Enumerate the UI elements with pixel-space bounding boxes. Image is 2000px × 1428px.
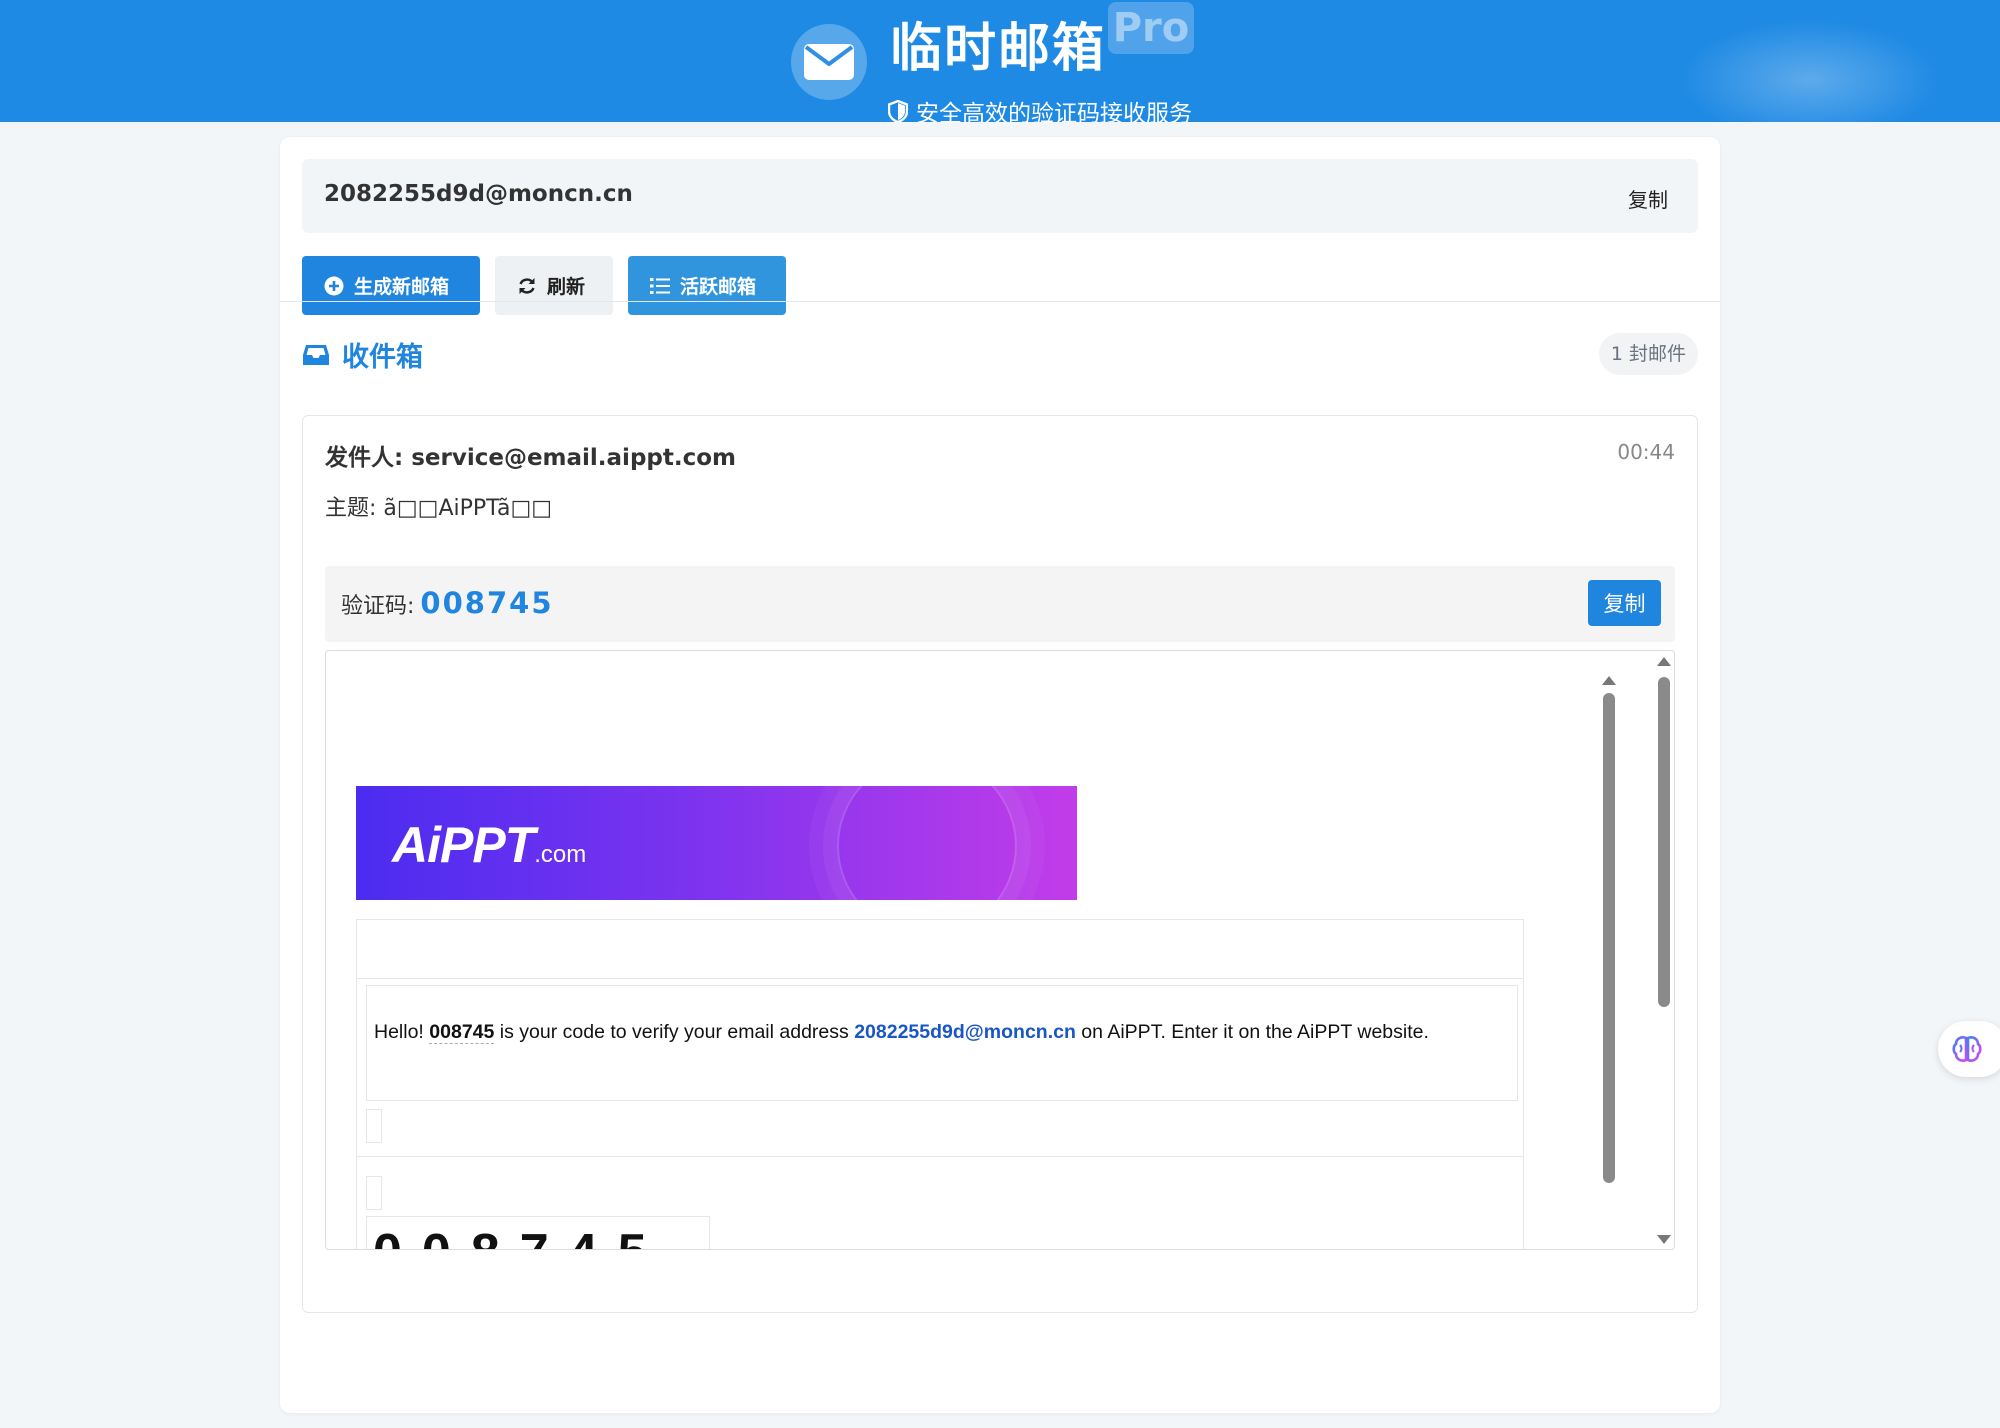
spacer-cell [366, 1109, 382, 1143]
generate-email-label: 生成新邮箱 [354, 276, 450, 298]
refresh-icon [519, 277, 535, 294]
outer-scroll-down-arrow[interactable] [1657, 1235, 1671, 1244]
aippt-logo-suffix: .com [534, 841, 587, 868]
email-address-box: 2082255d9d@moncn.cn 复制 [302, 159, 1698, 233]
inbox-title: 收件箱 [342, 342, 423, 373]
active-mailboxes-button[interactable]: 活跃邮箱 [628, 256, 786, 315]
email-message-text: Hello! 008745 is your code to verify you… [374, 1021, 1429, 1044]
table-divider [357, 1156, 1523, 1157]
mail-time: 00:44 [1617, 440, 1675, 464]
generate-email-button[interactable]: 生成新邮箱 [302, 256, 480, 315]
email-body-table: Hello! 008745 is your code to verify you… [356, 919, 1524, 1249]
big-code: 008745 [373, 1223, 667, 1249]
code-label: 验证码: [341, 594, 415, 619]
pro-badge: Pro [1108, 2, 1194, 54]
copy-address-button[interactable]: 复制 [1628, 184, 1668, 213]
mail-count-badge: 1 封邮件 [1598, 333, 1698, 375]
envelope-icon [791, 24, 867, 100]
inbox-icon [303, 344, 329, 365]
msg-text-before: Hello! [374, 1021, 430, 1043]
aippt-banner: AiPPT.com [356, 786, 1077, 900]
plus-circle-icon [324, 276, 344, 295]
email-body-content: AiPPT.com Hello! 008745 is your code to … [341, 666, 1629, 1249]
verification-code-box: 验证码: 008745 复制 [325, 566, 1675, 642]
app-subtitle: 安全高效的验证码接收服务 [888, 94, 1192, 122]
header-glow [1680, 20, 1940, 122]
main-card: 2082255d9d@moncn.cn 复制 生成新邮箱 刷新 活跃邮箱 收件箱… [280, 137, 1720, 1413]
msg-text-middle: is your code to verify your email addres… [494, 1021, 855, 1043]
inner-scrollbar-thumb[interactable] [1603, 693, 1615, 1183]
subtitle-text: 安全高效的验证码接收服务 [916, 101, 1192, 122]
floating-assistant-button[interactable] [1938, 1021, 2000, 1077]
mail-item[interactable]: 发件人: service@email.aippt.com 00:44 主题: ã… [302, 415, 1698, 1313]
action-buttons: 生成新邮箱 刷新 活跃邮箱 [302, 256, 786, 315]
list-icon [650, 277, 670, 294]
app-title: 临时邮箱 [890, 19, 1107, 79]
verification-code: 验证码: 008745 [341, 586, 554, 620]
outer-scroll-up-arrow[interactable] [1657, 657, 1671, 666]
refresh-button[interactable]: 刷新 [495, 256, 613, 315]
email-body-frame[interactable]: AiPPT.com Hello! 008745 is your code to … [325, 650, 1675, 1250]
outer-scrollbar-thumb[interactable] [1658, 677, 1670, 1007]
shield-icon [888, 99, 908, 122]
aippt-logo: AiPPT.com [392, 816, 586, 874]
active-mailboxes-label: 活跃邮箱 [680, 276, 757, 298]
inner-scroll-up-arrow[interactable] [1602, 676, 1616, 685]
aippt-logo-text: AiPPT [392, 817, 535, 873]
app-header: 临时邮箱 Pro 安全高效的验证码接收服务 [0, 0, 2000, 122]
msg-text-after: on AiPPT. Enter it on the AiPPT website. [1075, 1021, 1429, 1043]
email-address[interactable]: 2082255d9d@moncn.cn [324, 181, 633, 207]
inbox-heading: 收件箱 [302, 335, 423, 374]
mail-sender: 发件人: service@email.aippt.com [325, 445, 737, 471]
table-divider [357, 978, 1523, 979]
msg-code: 008745 [429, 1021, 495, 1044]
copy-code-button[interactable]: 复制 [1588, 580, 1661, 626]
mail-subject: 主题: ã□□AiPPTã□□ [325, 496, 553, 521]
message-cell: Hello! 008745 is your code to verify you… [366, 985, 1518, 1101]
section-divider [280, 301, 1720, 302]
banner-swirl [837, 786, 1017, 900]
spacer-cell [366, 1176, 382, 1210]
code-value[interactable]: 008745 [420, 586, 553, 620]
msg-email-link[interactable]: 2082255d9d@moncn.cn [854, 1021, 1076, 1043]
refresh-label: 刷新 [547, 276, 586, 298]
brain-icon [1952, 1036, 1982, 1062]
big-code-box: 008745 [366, 1216, 710, 1249]
